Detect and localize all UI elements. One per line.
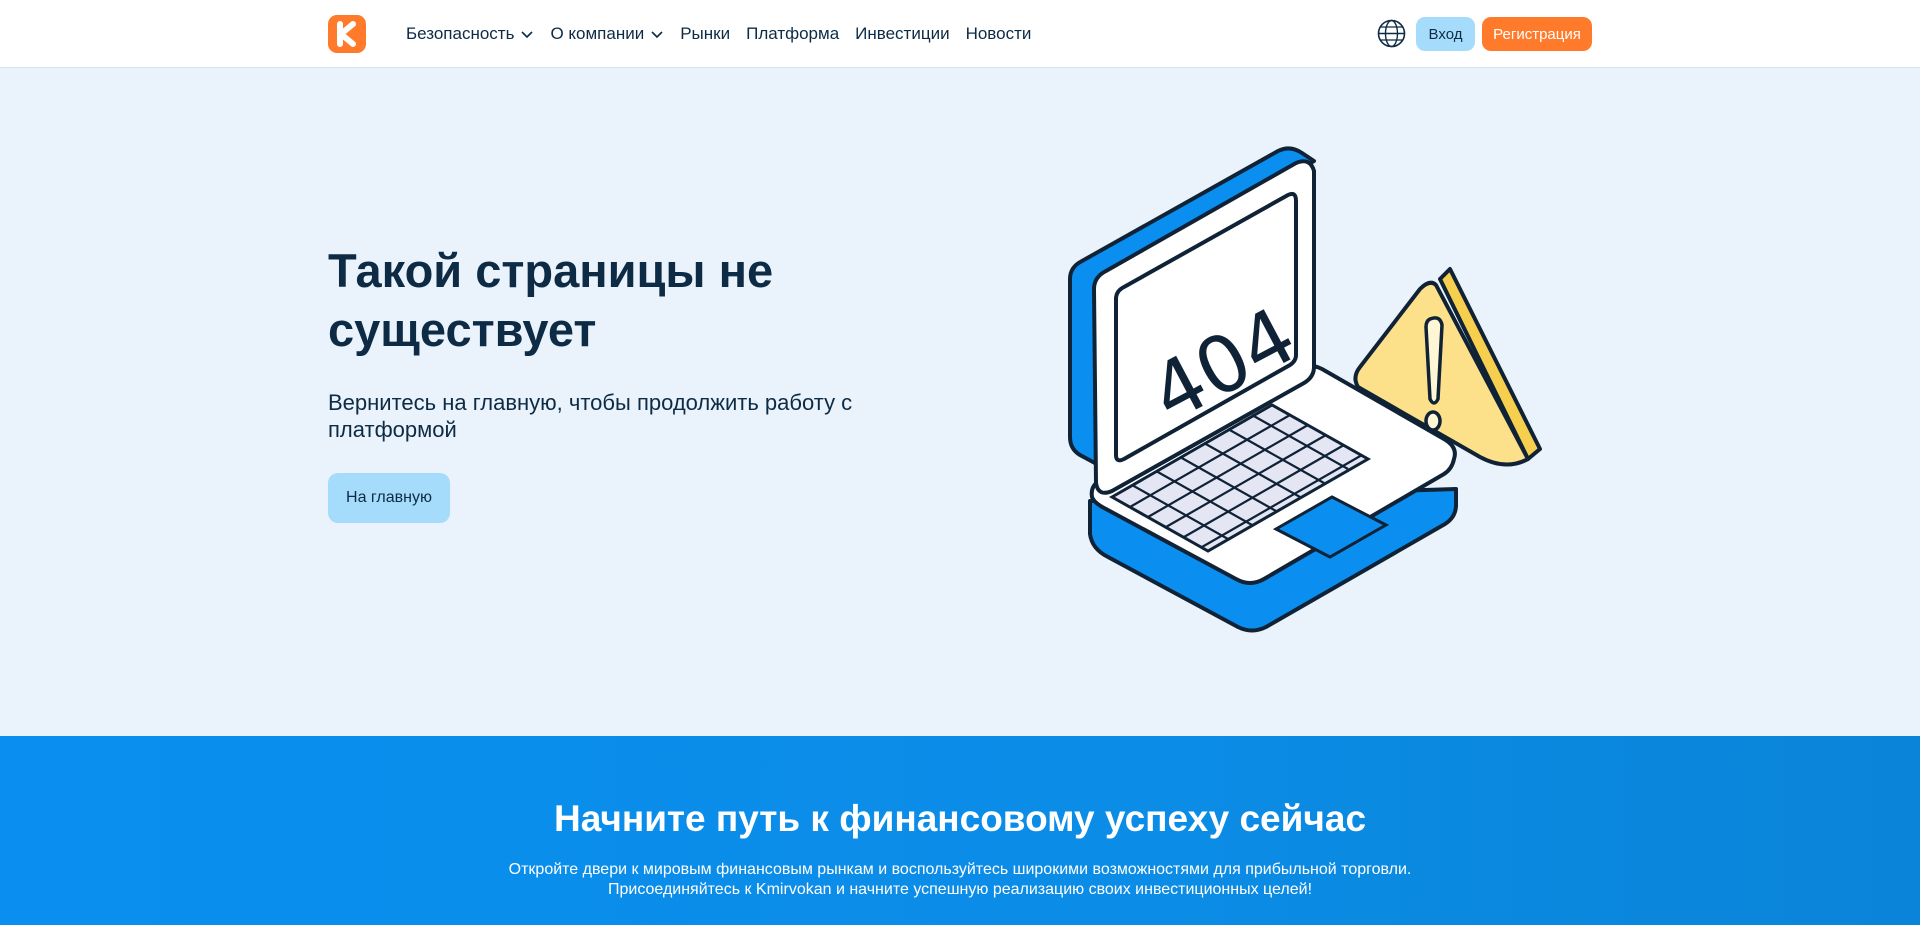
nav-item-label: Платформа	[746, 24, 840, 43]
nav-item-label: Безопасность	[406, 24, 515, 43]
cta-line-1: Откройте двери к мировым финансовым рынк…	[508, 861, 1412, 878]
nav-item-about[interactable]: О компании	[550, 24, 664, 44]
login-button[interactable]: Вход	[1416, 17, 1475, 51]
nav-item-investments[interactable]: Инвестиции	[855, 24, 949, 44]
cta-banner: Начните путь к финансовому успеху сейчас…	[0, 736, 1920, 925]
nav-item-label: Рынки	[680, 24, 731, 43]
hero-section: Такой страницы не существует Вернитесь н…	[0, 69, 1920, 736]
brand-logo-icon[interactable]	[328, 15, 366, 53]
nav-item-label: О компании	[550, 24, 645, 43]
nav-item-security[interactable]: Безопасность	[406, 24, 534, 44]
nav-item-news[interactable]: Новости	[966, 24, 1032, 44]
globe-icon[interactable]	[1376, 18, 1407, 49]
page-title: Такой страницы не существует	[328, 244, 774, 356]
register-button[interactable]: Регистрация	[1482, 17, 1592, 51]
page-subtitle: Вернитесь на главную, чтобы продолжить р…	[328, 390, 853, 442]
laptop-404-illustration: 404	[1068, 146, 1542, 633]
nav-item-markets[interactable]: Рынки	[680, 24, 730, 44]
cta-line-2: Присоединяйтесь к Kmirvokan и начните ус…	[607, 881, 1313, 898]
nav-item-label: Инвестиции	[855, 24, 950, 43]
nav-item-label: Новости	[965, 24, 1032, 43]
nav-item-platform[interactable]: Платформа	[746, 24, 839, 44]
chevron-down-icon	[651, 31, 663, 39]
main-nav: Безопасность О компании Рынки Платформа …	[406, 0, 1031, 68]
cta-title: Начните путь к финансовому успеху сейчас	[553, 798, 1367, 839]
chevron-down-icon	[521, 31, 534, 39]
site-header: Безопасность О компании Рынки Платформа …	[0, 0, 1920, 68]
cta-description: Откройте двери к мировым финансовым рынк…	[410, 860, 1510, 900]
home-button[interactable]: На главную	[328, 473, 450, 523]
